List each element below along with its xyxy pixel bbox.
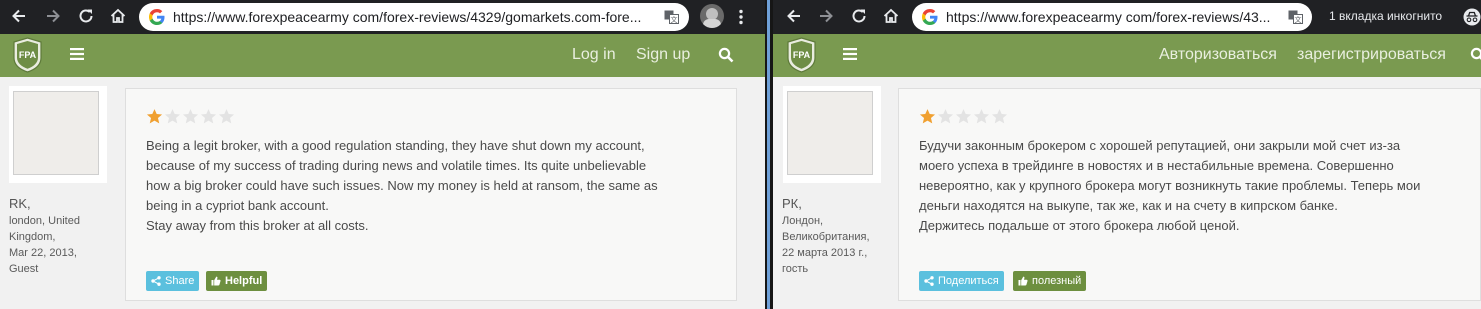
arrow-left-icon: [787, 9, 800, 23]
signup-link[interactable]: зарегистрироваться: [1297, 46, 1446, 64]
share-label: Поделиться: [938, 275, 999, 287]
reviewer-details: london, United Kingdom, Mar 22, 2013, Gu…: [9, 215, 80, 275]
reviewer-name: РК,: [782, 196, 802, 211]
star-filled-icon: [919, 109, 936, 124]
arrow-right-icon: [47, 9, 60, 23]
reviewer-meta: РК, Лондон, Великобритания, 22 марта 201…: [782, 195, 902, 277]
helpful-label: Helpful: [225, 275, 263, 287]
home-button[interactable]: [880, 5, 902, 27]
arrow-right-icon: [820, 9, 833, 23]
reload-icon: [79, 9, 93, 23]
reviewer-name: RK,: [9, 196, 31, 211]
svg-text:文: 文: [671, 15, 678, 24]
share-button[interactable]: Share: [146, 271, 200, 291]
thumbs-up-icon: [211, 276, 221, 286]
helpful-label: полезный: [1032, 275, 1082, 287]
browser-toolbar: https://www.forexpeacearmy com/forex-rev…: [0, 0, 765, 34]
incognito-icon[interactable]: [1463, 8, 1481, 26]
url-text: https://www.forexpeacearmy com/forex-rev…: [173, 9, 642, 25]
forward-button[interactable]: [42, 5, 64, 27]
home-button[interactable]: [107, 5, 129, 27]
review-text: Будучи законным брокером с хорошей репут…: [919, 138, 1421, 233]
translate-icon[interactable]: 文: [664, 10, 679, 24]
google-g-icon: [922, 9, 938, 25]
back-button[interactable]: [783, 5, 805, 27]
url-text: https://www.forexpeacearmy com/forex-rev…: [946, 9, 1271, 25]
star-rating: [146, 108, 236, 126]
search-icon[interactable]: [718, 47, 734, 63]
browser-window-russian: https://www.forexpeacearmy com/forex-rev…: [773, 0, 1481, 309]
svg-text:文: 文: [1295, 15, 1302, 24]
share-icon: [924, 276, 934, 286]
star-empty-icon: [955, 109, 972, 124]
review-section: РК, Лондон, Великобритания, 22 марта 201…: [773, 77, 1481, 309]
star-empty-icon: [937, 109, 954, 124]
signup-link[interactable]: Sign up: [636, 46, 690, 64]
forward-button[interactable]: [815, 5, 837, 27]
reload-icon: [852, 9, 866, 23]
reviewer-avatar-frame: [783, 86, 881, 183]
address-bar[interactable]: https://www.forexpeacearmy com/forex-rev…: [139, 3, 689, 31]
review-text: Being a legit broker, with a good regula…: [146, 138, 658, 233]
address-bar[interactable]: https://www.forexpeacearmy com/forex-rev…: [912, 3, 1312, 31]
kebab-menu-icon[interactable]: [738, 9, 744, 25]
logo-text: FPA: [793, 50, 811, 60]
star-rating: [919, 108, 1009, 126]
hamburger-menu-icon[interactable]: [843, 48, 857, 60]
reviewer-avatar: [787, 91, 873, 175]
home-icon: [883, 8, 899, 23]
share-button[interactable]: Поделиться: [919, 271, 1004, 291]
reload-button[interactable]: [75, 5, 97, 27]
site-header: FPA Авторизоваться зарегистрироваться: [773, 34, 1481, 77]
reviewer-avatar: [13, 91, 99, 175]
reviewer-details: Лондон, Великобритания, 22 марта 2013 г.…: [782, 215, 870, 275]
star-filled-icon: [146, 109, 163, 124]
site-header: FPA Log in Sign up: [0, 34, 765, 77]
incognito-label: 1 вкладка инкогнито: [1329, 9, 1443, 23]
review-section: RK, london, United Kingdom, Mar 22, 2013…: [0, 77, 765, 309]
hamburger-menu-icon[interactable]: [70, 48, 84, 60]
fpa-logo-icon[interactable]: FPA: [786, 37, 817, 73]
reviewer-avatar-frame: [9, 86, 107, 183]
login-link[interactable]: Авторизоваться: [1159, 46, 1277, 64]
thumbs-up-icon: [1018, 276, 1028, 286]
star-empty-icon: [164, 109, 181, 124]
back-button[interactable]: [8, 5, 30, 27]
avatar[interactable]: [700, 4, 724, 28]
fpa-logo-icon[interactable]: FPA: [12, 37, 43, 73]
star-empty-icon: [182, 109, 199, 124]
window-divider: [765, 0, 773, 309]
google-g-icon: [149, 9, 165, 25]
search-icon[interactable]: [1470, 47, 1481, 63]
share-label: Share: [165, 275, 195, 287]
translate-icon[interactable]: 文: [1288, 10, 1303, 24]
browser-window-english: https://www.forexpeacearmy com/forex-rev…: [0, 0, 765, 309]
home-icon: [110, 8, 126, 23]
review-card: Being a legit broker, with a good regula…: [125, 88, 737, 301]
share-icon: [151, 276, 161, 286]
reload-button[interactable]: [848, 5, 870, 27]
browser-toolbar: https://www.forexpeacearmy com/forex-rev…: [773, 0, 1481, 34]
helpful-button[interactable]: полезный: [1013, 271, 1087, 291]
arrow-left-icon: [12, 9, 25, 23]
star-empty-icon: [200, 109, 217, 124]
logo-text: FPA: [19, 50, 37, 60]
star-empty-icon: [991, 109, 1008, 124]
star-empty-icon: [218, 109, 235, 124]
star-empty-icon: [973, 109, 990, 124]
login-link[interactable]: Log in: [572, 46, 616, 64]
helpful-button[interactable]: Helpful: [206, 271, 268, 291]
review-card: Будучи законным брокером с хорошей репут…: [898, 88, 1481, 301]
reviewer-meta: RK, london, United Kingdom, Mar 22, 2013…: [9, 195, 119, 277]
